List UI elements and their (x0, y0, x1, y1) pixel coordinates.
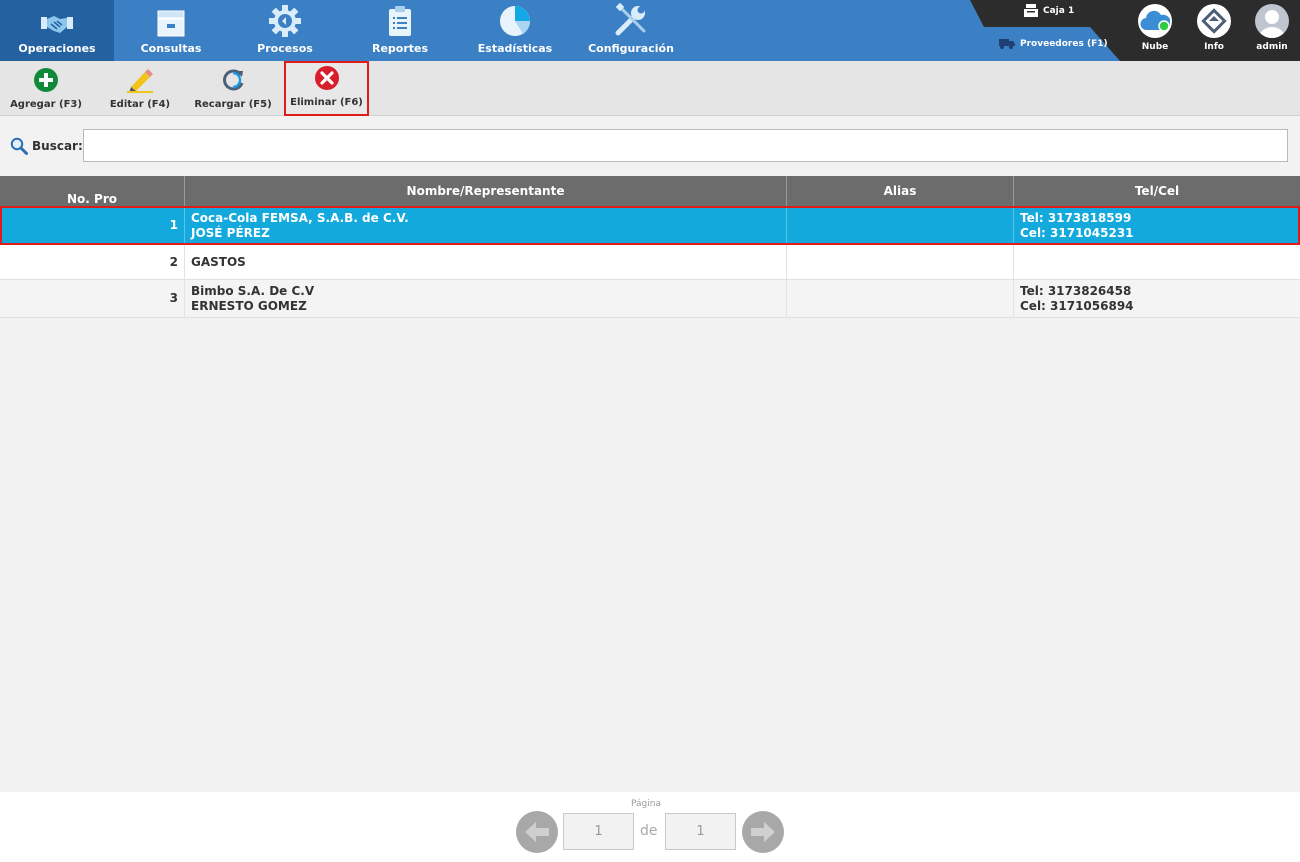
column-header-no[interactable]: No. Pro (0, 176, 185, 206)
edit-button[interactable]: Editar (F4) (104, 61, 176, 116)
gear-icon (269, 5, 301, 37)
column-header-tel[interactable]: Tel/Cel (1014, 176, 1300, 206)
column-header-name[interactable]: Nombre/Representante (185, 176, 787, 206)
nav-label: Operaciones (18, 42, 96, 55)
cell-tel: Tel: 3173826458 Cel: 3171056894 (1020, 283, 1134, 313)
table-row[interactable]: 3 Bimbo S.A. De C.V ERNESTO GOMEZ Tel: 3… (0, 280, 1300, 318)
pencil-icon (127, 69, 153, 93)
delete-button[interactable]: Eliminar (F6) (284, 61, 369, 116)
cell-alias (787, 280, 1014, 317)
page-label: Página (631, 799, 661, 809)
nav-item-consultas[interactable]: Consultas (114, 0, 228, 61)
cell-no: 2 (0, 245, 185, 279)
nav-label: Consultas (140, 42, 202, 55)
truck-icon (999, 39, 1015, 49)
cash-register-indicator: Caja 1 (1024, 4, 1074, 17)
wrench-icon (615, 3, 646, 36)
nav-label: Procesos (257, 42, 313, 55)
nav-item-configuracion[interactable]: Configuración (572, 0, 690, 61)
search-icon (10, 137, 28, 155)
cell-tel: Tel: 3173818599 Cel: 3171045231 (1014, 206, 1300, 245)
cloud-button[interactable]: Nube (1130, 4, 1180, 52)
info-button[interactable]: Info (1189, 4, 1239, 52)
info-icon (1201, 8, 1227, 34)
nav-label: Configuración (588, 42, 674, 55)
user-button-circle (1255, 4, 1289, 38)
pie-chart-icon (500, 6, 531, 36)
total-pages-field: 1 (665, 813, 736, 850)
cell-name: Bimbo S.A. De C.V ERNESTO GOMEZ (185, 280, 787, 317)
action-toolbar: Agregar (F3) Editar (F4) Recargar (F5) E… (0, 61, 1300, 116)
table-row[interactable]: 2 GASTOS (0, 245, 1300, 280)
cell-tel (1014, 245, 1300, 279)
handshake-icon (41, 16, 73, 33)
nav-item-operaciones[interactable]: Operaciones (0, 0, 114, 61)
cell-alias (787, 206, 1014, 245)
search-label: Buscar: (32, 138, 83, 153)
cell-alias (787, 245, 1014, 279)
cash-register-icon (1024, 4, 1038, 17)
cloud-icon (1140, 10, 1170, 32)
nav-label: Estadísticas (477, 42, 553, 55)
info-button-circle (1197, 4, 1231, 38)
next-page-button[interactable] (742, 811, 784, 853)
search-label-group: Buscar: (10, 129, 83, 162)
add-button[interactable]: Agregar (F3) (6, 61, 86, 116)
pagination-bar: Página 1 de 1 (0, 792, 1300, 862)
table-row[interactable]: 1 Coca-Cola FEMSA, S.A.B. de C.V. JOSÉ P… (0, 206, 1300, 245)
providers-table: No. Pro Nombre/Representante Alias Tel/C… (0, 176, 1300, 318)
reload-icon (223, 69, 244, 91)
add-icon (34, 68, 58, 92)
cell-name: Coca-Cola FEMSA, S.A.B. de C.V. JOSÉ PÉR… (185, 206, 787, 245)
nav-item-reportes[interactable]: Reportes (342, 0, 458, 61)
reload-button[interactable]: Recargar (F5) (192, 61, 274, 116)
cell-no: 3 (0, 280, 185, 317)
nav-item-procesos[interactable]: Procesos (228, 0, 342, 61)
delete-icon (314, 66, 339, 90)
cell-name: GASTOS (185, 245, 787, 279)
search-input[interactable] (83, 129, 1288, 162)
cell-no: 1 (0, 206, 185, 245)
nav-label: Reportes (371, 42, 429, 55)
arrow-left-icon (525, 822, 549, 842)
previous-page-button[interactable] (516, 811, 558, 853)
clipboard-icon (389, 6, 411, 36)
user-button[interactable]: admin (1247, 4, 1297, 52)
arrow-right-icon (751, 822, 775, 842)
top-navigation-bar: Operaciones Consultas Procesos Reportes … (0, 0, 1300, 61)
module-indicator[interactable]: Proveedores (F1) (999, 38, 1108, 49)
table-header: No. Pro Nombre/Representante Alias Tel/C… (0, 176, 1300, 206)
page-separator: de (640, 823, 658, 839)
cloud-button-circle (1138, 4, 1172, 38)
column-header-alias[interactable]: Alias (787, 176, 1014, 206)
user-icon (1259, 10, 1285, 38)
archive-icon (157, 10, 185, 37)
current-page-field[interactable]: 1 (563, 813, 634, 850)
nav-item-estadisticas[interactable]: Estadísticas (458, 0, 572, 61)
